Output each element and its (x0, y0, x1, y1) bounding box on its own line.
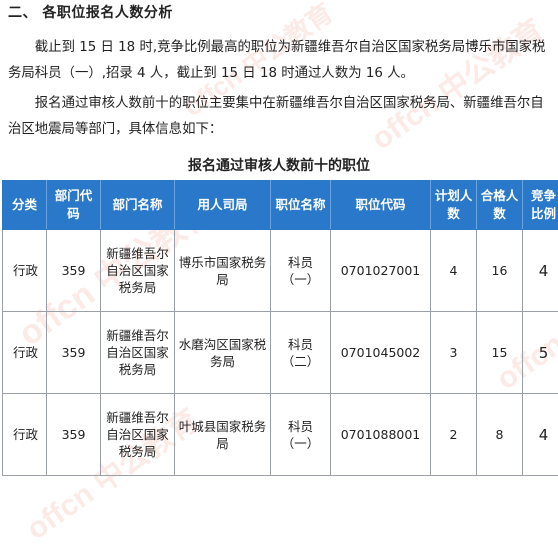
cell-planned: 3 (431, 312, 477, 394)
cell-dept-code: 359 (47, 230, 101, 312)
section-heading: 二、 各职位报名人数分析 (8, 2, 173, 22)
header-position-code: 职位代码 (331, 181, 431, 230)
cell-dept-name: 新疆维吾尔自治区国家税务局 (101, 230, 175, 312)
header-category: 分类 (3, 181, 47, 230)
cell-dept-name: 新疆维吾尔自治区国家税务局 (101, 312, 175, 394)
table-row: 行政 359 新疆维吾尔自治区国家税务局 水磨沟区国家税务局 科员（二） 070… (3, 312, 558, 394)
cell-ratio: 4 (523, 394, 558, 476)
header-dept-code: 部门代码 (47, 181, 101, 230)
paragraph: 报名通过审核人数前十的职位主要集中在新疆维吾尔自治区国家税务局、新疆维吾尔自治区… (8, 91, 554, 143)
header-planned: 计划人数 (431, 181, 477, 230)
cell-qualified: 16 (477, 230, 523, 312)
header-ratio: 竞争比例 (523, 181, 558, 230)
cell-hiring-unit: 叶城县国家税务局 (175, 394, 271, 476)
cell-hiring-unit: 博乐市国家税务局 (175, 230, 271, 312)
cell-dept-name: 新疆维吾尔自治区国家税务局 (101, 394, 175, 476)
header-qualified: 合格人数 (477, 181, 523, 230)
cell-position-code: 0701027001 (331, 230, 431, 312)
cell-dept-code: 359 (47, 394, 101, 476)
table-header-row: 分类 部门代码 部门名称 用人司局 职位名称 职位代码 计划人数 合格人数 竞争… (3, 181, 558, 230)
header-position-name: 职位名称 (271, 181, 331, 230)
cell-ratio: 4 (523, 230, 558, 312)
paragraph: 截止到 15 日 18 时,竞争比例最高的职位为新疆维吾尔自治区国家税务局博乐市… (8, 35, 554, 87)
cell-planned: 4 (431, 230, 477, 312)
cell-category: 行政 (3, 312, 47, 394)
cell-planned: 2 (431, 394, 477, 476)
table-row: 行政 359 新疆维吾尔自治区国家税务局 博乐市国家税务局 科员（一） 0701… (3, 230, 558, 312)
cell-ratio: 5 (523, 312, 558, 394)
cell-position-name: 科员（二） (271, 312, 331, 394)
cell-hiring-unit: 水磨沟区国家税务局 (175, 312, 271, 394)
cell-dept-code: 359 (47, 312, 101, 394)
cell-position-name: 科员（一） (271, 230, 331, 312)
cell-category: 行政 (3, 230, 47, 312)
header-hiring-unit: 用人司局 (175, 181, 271, 230)
header-dept-name: 部门名称 (101, 181, 175, 230)
table-row: 行政 359 新疆维吾尔自治区国家税务局 叶城县国家税务局 科员（一） 0701… (3, 394, 558, 476)
cell-position-code: 0701045002 (331, 312, 431, 394)
cell-qualified: 15 (477, 312, 523, 394)
cell-position-code: 0701088001 (331, 394, 431, 476)
positions-table: 分类 部门代码 部门名称 用人司局 职位名称 职位代码 计划人数 合格人数 竞争… (2, 180, 558, 476)
cell-category: 行政 (3, 394, 47, 476)
cell-qualified: 8 (477, 394, 523, 476)
table-title: 报名通过审核人数前十的职位 (0, 155, 558, 175)
cell-position-name: 科员（一） (271, 394, 331, 476)
